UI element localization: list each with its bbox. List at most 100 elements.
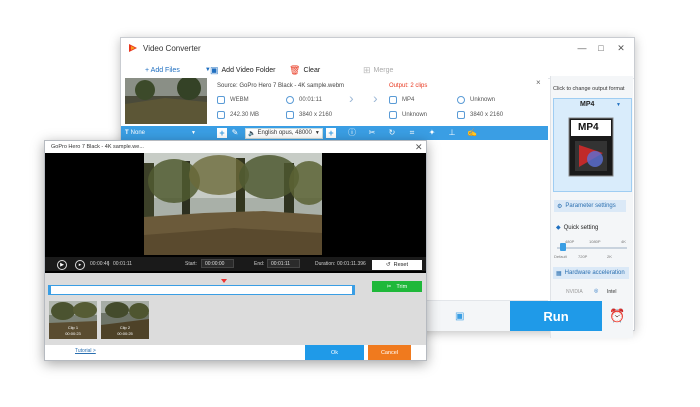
crop-icon[interactable]: ⌗ (407, 128, 417, 138)
source-format-value: WEBM (230, 97, 249, 103)
trim-range-bar[interactable] (48, 285, 355, 295)
quality-slider[interactable] (557, 247, 627, 249)
output-folder-icon[interactable]: ▣ (455, 311, 464, 322)
play-button[interactable]: ▶ (57, 260, 67, 270)
output-resolution: 3840 x 2160 (457, 111, 503, 119)
tick-4k: 4K (621, 239, 626, 244)
file-size-icon (389, 111, 397, 119)
rotate-icon[interactable]: ↻ (387, 128, 397, 138)
video-frame-image (144, 153, 322, 255)
trim-icon[interactable]: ✂ (367, 128, 377, 138)
output-title: Output: 2 clips (389, 83, 428, 89)
parameter-settings-button[interactable]: ⚙ Parameter settings (554, 200, 626, 212)
nvidia-label: NVIDIA (566, 289, 583, 295)
change-format-label: Click to change output format (553, 86, 625, 92)
audio-track-select[interactable]: 🔈 English opus, 48000 ▼ (245, 127, 323, 139)
tutorial-link[interactable]: Tutorial > (75, 348, 96, 354)
source-duration: 00:01:11 (286, 96, 322, 104)
add-audio-button[interactable]: + (326, 128, 336, 138)
quick-setting-text: Quick setting (563, 224, 599, 231)
arrow-right-icon-2: › (373, 90, 378, 106)
start-time-input[interactable]: 00:00:00 (201, 259, 234, 268)
maximize-button[interactable]: □ (595, 42, 607, 54)
source-title: Source: GoPro Hero 7 Black - 4K sample.w… (217, 83, 345, 89)
hardware-acceleration-label: Hardware acceleration (564, 270, 625, 276)
total-time: 00:01:11 (113, 261, 133, 267)
chevron-down-icon: ▼ (314, 130, 320, 136)
frame-step-button[interactable]: ▸ (75, 260, 85, 270)
alarm-clock-icon[interactable]: ⏰ (609, 308, 625, 324)
end-label: End: (254, 261, 265, 267)
edit-subtitle-icon[interactable]: ✎ (230, 128, 240, 138)
run-button[interactable]: Run (510, 301, 602, 331)
source-size: 242.30 MB (217, 111, 259, 119)
clip-2-name: Clip 2 (119, 325, 131, 330)
edit-icon[interactable]: ✍ (467, 128, 477, 138)
video-thumbnail[interactable] (125, 78, 207, 124)
intel-label: Intel (607, 289, 617, 295)
current-time: 00:00:46 (90, 261, 110, 267)
clip-thumbnail[interactable]: Clip 2 00:00:25 (101, 301, 149, 339)
remove-item-button[interactable]: × (536, 78, 541, 87)
playhead-marker[interactable] (221, 279, 227, 283)
output-format: MP4 (389, 96, 414, 104)
cancel-button[interactable]: Cancel (368, 345, 411, 360)
tick-1080p: 1080P (589, 239, 601, 244)
watermark-icon[interactable]: ⊥ (447, 128, 457, 138)
reset-label: Reset (393, 262, 408, 268)
speaker-icon: 🔈 (248, 130, 256, 137)
merge-button[interactable]: ⊞ Merge (363, 64, 393, 76)
tick-2k: 2K (607, 254, 612, 259)
time-separator: | (108, 261, 110, 267)
clip-thumbnail[interactable]: Clip 1 00:00:23 (49, 301, 97, 339)
add-subtitle-button[interactable]: + (217, 128, 227, 138)
video-frame[interactable] (144, 153, 322, 255)
output-size: Unknown (389, 111, 427, 119)
thumbnail-image (125, 78, 207, 124)
trash-icon: 🗑 (289, 64, 301, 75)
quality-slider-thumb[interactable] (560, 243, 567, 251)
tick-default: Default (554, 254, 567, 259)
settings-icon: ⚙ (557, 203, 563, 210)
reset-button[interactable]: ↺ Reset (372, 260, 422, 270)
effects-icon[interactable]: ✦ (427, 128, 437, 138)
folder-plus-icon: ▣ (210, 64, 219, 75)
dialog-close-button[interactable]: ✕ (415, 142, 423, 153)
hardware-acceleration-button[interactable]: ▦ Hardware acceleration (553, 267, 629, 279)
merge-label: Merge (373, 66, 394, 74)
minimize-button[interactable]: — (576, 42, 588, 54)
add-video-folder-button[interactable]: ▣ Add Video Folder (210, 64, 275, 76)
clip-1-time: 00:00:23 (65, 331, 81, 336)
add-files-button[interactable]: + Add Files ▼ (145, 64, 211, 76)
intel-logo-icon: ◎ (594, 288, 599, 294)
clock-icon (457, 96, 465, 104)
tick-480p: 480P (565, 239, 575, 244)
clear-button[interactable]: 🗑 Clear (289, 64, 320, 76)
chevron-down-icon: ▼ (191, 130, 196, 136)
ok-button[interactable]: Ok (305, 345, 364, 360)
reset-icon: ↺ (386, 262, 391, 268)
trim-dialog: GoPro Hero 7 Black - 4K sample.we... ✕ ▶… (44, 140, 427, 361)
info-icon[interactable]: ⓘ (347, 128, 357, 138)
chevron-down-icon[interactable]: ▼ (616, 102, 621, 108)
trim-button[interactable]: ✂ Trim (372, 281, 422, 292)
start-label: Start: (185, 261, 197, 267)
close-button[interactable]: ✕ (615, 42, 627, 54)
format-icon (389, 96, 397, 104)
add-files-label: + Add Files (145, 66, 180, 74)
source-format: WEBM (217, 96, 249, 104)
resolution-icon (457, 111, 465, 119)
quick-setting-label: ◆ Quick setting (556, 224, 599, 232)
arrow-right-icon: › (349, 90, 354, 106)
output-format-name: MP4 (580, 101, 595, 108)
clip-1-name: Clip 1 (67, 325, 79, 330)
end-time-input[interactable]: 00:01:11 (267, 259, 300, 268)
subtitle-dropdown[interactable]: T None ▼ (125, 128, 196, 138)
audio-dropdown[interactable]: 🔈 English opus, 48000 ▼ (245, 127, 323, 139)
app-logo-icon (129, 44, 137, 52)
audio-track-value: English opus, 48000 (257, 130, 312, 136)
source-resolution-value: 3840 x 2160 (299, 112, 333, 118)
trim-label: Trim (396, 283, 408, 290)
file-size-icon (217, 111, 225, 119)
slider-icon: ◆ (556, 225, 561, 231)
